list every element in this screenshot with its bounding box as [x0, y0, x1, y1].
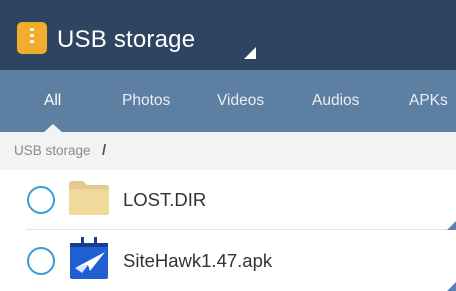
folder-icon	[69, 181, 109, 215]
breadcrumb-item-usb-storage[interactable]: USB storage	[14, 142, 91, 160]
tab-apks[interactable]: APKs	[409, 70, 448, 132]
file-list: LOST.DIR SiteHawk1.47.apk	[0, 170, 456, 291]
breadcrumb-separator: /	[102, 142, 107, 159]
select-checkbox[interactable]	[27, 186, 55, 214]
dropdown-triangle-icon[interactable]	[244, 47, 256, 59]
list-item[interactable]: LOST.DIR	[0, 170, 456, 230]
file-name: LOST.DIR	[123, 189, 207, 210]
zip-archive-icon	[17, 22, 47, 54]
corner-triangle-icon	[447, 282, 456, 291]
corner-triangle-icon	[447, 221, 456, 230]
file-manager-app: USB storage All Photos Videos Audios APK…	[0, 0, 456, 291]
title-bar: USB storage	[0, 0, 456, 70]
breadcrumb: USB storage /	[0, 132, 456, 170]
select-checkbox[interactable]	[27, 247, 55, 275]
active-tab-indicator	[44, 124, 62, 132]
file-name: SiteHawk1.47.apk	[123, 250, 273, 271]
tab-audios[interactable]: Audios	[312, 70, 359, 132]
tab-photos[interactable]: Photos	[122, 70, 170, 132]
list-item[interactable]: SiteHawk1.47.apk	[0, 231, 456, 291]
row-divider	[26, 229, 456, 230]
category-tabs: All Photos Videos Audios APKs	[0, 70, 456, 132]
apk-icon	[70, 237, 108, 279]
tab-videos[interactable]: Videos	[217, 70, 264, 132]
storage-title[interactable]: USB storage	[57, 25, 195, 55]
tab-all[interactable]: All	[44, 70, 61, 132]
